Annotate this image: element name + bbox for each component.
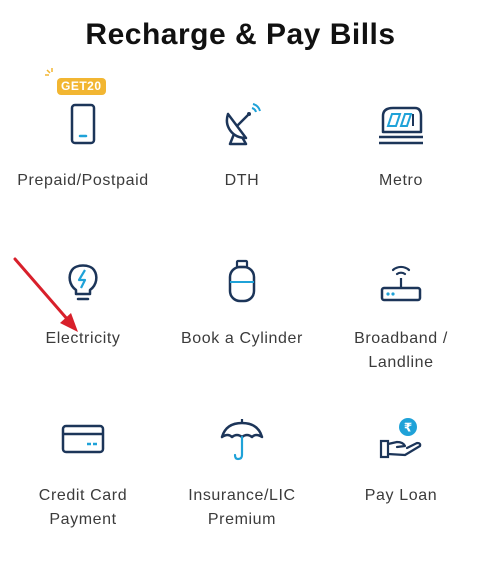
- tile-label: Prepaid/Postpaid: [17, 172, 149, 189]
- mobile-phone-icon: [70, 103, 96, 145]
- credit-card-icon: [61, 424, 105, 454]
- tile-book-cylinder[interactable]: Book a Cylinder: [162, 258, 322, 408]
- umbrella-icon: [220, 419, 264, 461]
- tile-insurance-lic[interactable]: Insurance/LIC Premium: [162, 415, 322, 565]
- gas-cylinder-icon: [228, 259, 256, 303]
- tile-credit-card-payment[interactable]: Credit Card Payment: [3, 415, 163, 565]
- tile-label: Book a Cylinder: [181, 330, 303, 347]
- tile-label-line2: Landline: [368, 354, 434, 371]
- tile-prepaid-postpaid[interactable]: Prepaid/Postpaid: [3, 100, 163, 250]
- tile-label: Metro: [379, 172, 423, 189]
- tile-label: Electricity: [45, 330, 121, 347]
- tile-label: Insurance/LIC: [188, 487, 296, 504]
- offer-badge: GET20: [57, 78, 106, 95]
- tile-electricity[interactable]: Electricity: [3, 258, 163, 408]
- tile-label: Broadband /: [354, 330, 448, 347]
- tile-dth[interactable]: DTH: [162, 100, 322, 250]
- tile-label: DTH: [224, 172, 260, 189]
- tile-pay-loan[interactable]: ₹ Pay Loan: [321, 415, 481, 565]
- metro-train-icon: [379, 106, 423, 145]
- tile-label: Pay Loan: [364, 487, 438, 504]
- satellite-dish-icon: [225, 103, 261, 146]
- tile-label-line2: Premium: [207, 511, 277, 528]
- page-title: Recharge & Pay Bills: [85, 18, 396, 51]
- tile-label: Credit Card: [38, 487, 128, 504]
- svg-text:₹: ₹: [404, 421, 412, 435]
- tile-broadband-landline[interactable]: Broadband / Landline: [321, 258, 481, 408]
- rupee-hand-icon: ₹: [379, 418, 422, 459]
- light-bulb-icon: [68, 264, 98, 301]
- router-icon: [380, 265, 422, 302]
- tile-label-line2: Payment: [49, 511, 117, 528]
- tile-metro[interactable]: Metro: [321, 100, 481, 250]
